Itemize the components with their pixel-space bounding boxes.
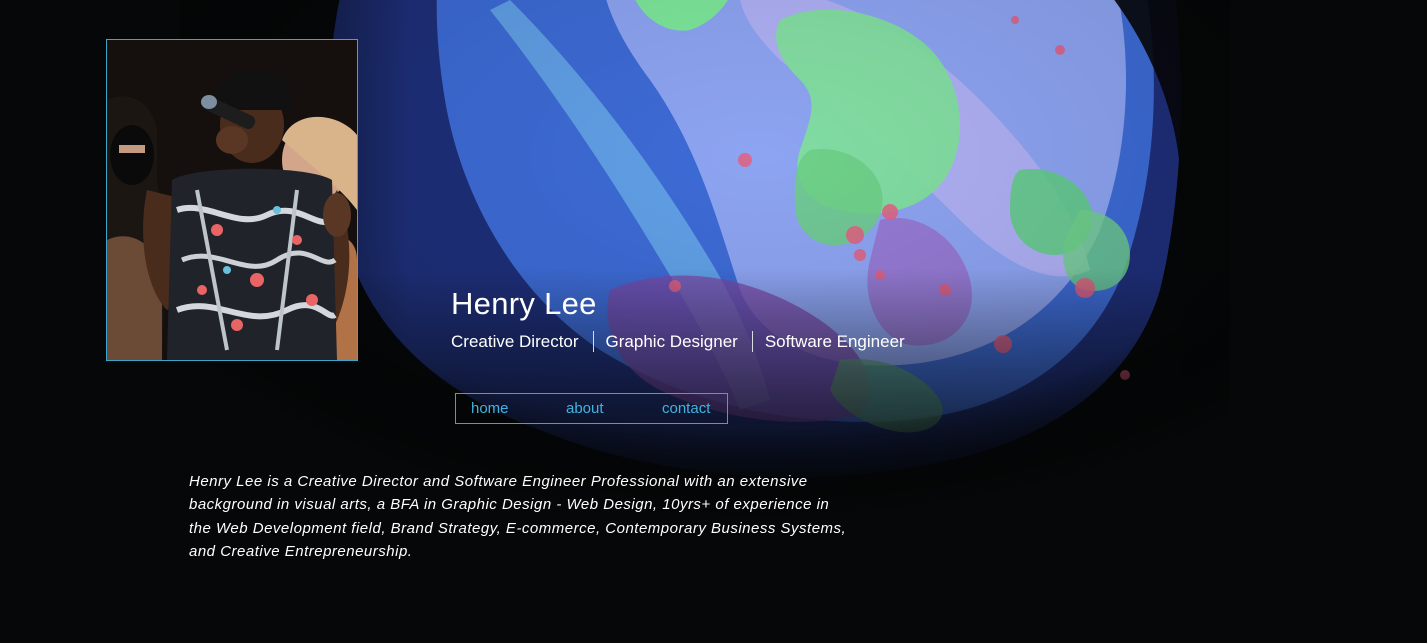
- nav-about-link[interactable]: about: [566, 400, 604, 417]
- profile-photo: [106, 39, 358, 361]
- bio-paragraph: Henry Lee is a Creative Director and Sof…: [189, 473, 847, 560]
- role-creative-director: Creative Director: [451, 331, 579, 351]
- profile-name: Henry Lee: [451, 286, 597, 321]
- page: Henry Lee Creative Director Graphic Desi…: [0, 0, 1427, 643]
- roles-list: Creative Director Graphic Designer Softw…: [451, 331, 905, 352]
- role-divider: [592, 331, 594, 352]
- nav-home-link[interactable]: home: [471, 400, 509, 417]
- role-divider: [751, 331, 753, 352]
- main-nav: home about contact: [455, 393, 728, 424]
- nav-contact-link[interactable]: contact: [662, 400, 710, 417]
- role-graphic-designer: Graphic Designer: [605, 331, 738, 351]
- role-software-engineer: Software Engineer: [764, 331, 905, 351]
